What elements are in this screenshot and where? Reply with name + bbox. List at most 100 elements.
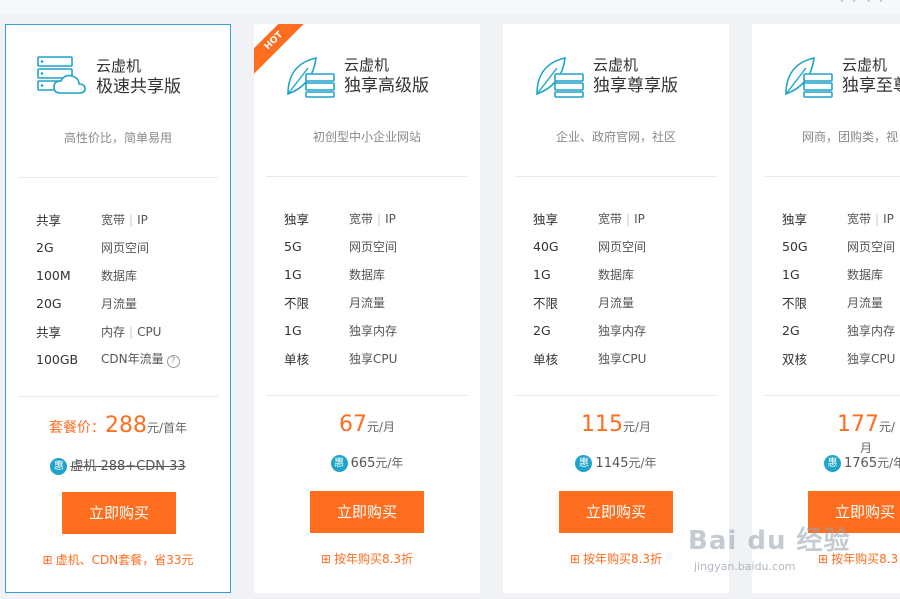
gift-icon: ⊞ — [320, 552, 331, 566]
spec-row: 独享 宽带 | IP — [533, 204, 723, 232]
yearly-price: 惠 1765元/年 — [824, 454, 900, 472]
spec-row: 单核 独享CPU — [533, 344, 723, 372]
watermark-logo: Bai du 经验 — [688, 526, 851, 556]
spec-label: 独享CPU — [349, 351, 398, 366]
leaf-server-icon — [536, 56, 584, 98]
spec-label: 数据库 — [101, 268, 138, 283]
plan-header: 云虚机 极速共享版 — [36, 55, 181, 99]
spec-value: 双核 — [782, 351, 808, 367]
spec-value: 2G — [36, 239, 54, 255]
spec-label: 宽带 | IP — [101, 212, 148, 227]
spec-value: 100M — [36, 267, 71, 283]
divider — [515, 176, 717, 177]
plan-title-line2: 独享尊享版 — [593, 76, 678, 96]
spec-list: 独享 宽带 | IP 5G 网页空间 1G 数据库 不限 月流量 1G 独享内存 单核 独享CP… — [284, 204, 474, 372]
plan-price: 115元/月 — [580, 412, 652, 437]
divider — [18, 396, 218, 397]
spec-row: 50G 网页空间 — [782, 232, 900, 260]
spec-value: 2G — [782, 322, 800, 338]
spec-row: 共享 内存 | CPU — [36, 317, 226, 345]
spec-label: 内存 | CPU — [101, 324, 162, 339]
discount-badge-icon: 惠 — [50, 458, 68, 475]
spec-row: 2G 独享内存 — [782, 316, 900, 344]
spec-label: 宽带 | IP — [349, 211, 396, 226]
buy-now-button[interactable]: 立即购买 — [62, 492, 176, 534]
spec-value: 20G — [36, 295, 62, 311]
plan-card-exclusive-advanced[interactable]: HOT 云虚机 独享高级版 初创型中小企业网站 独享 宽带 | IP 5G 网页空间 1… — [254, 24, 480, 593]
spec-label: 数据库 — [847, 267, 884, 282]
divider — [764, 176, 900, 177]
plan-card-exclusive-premium[interactable]: 云虚机 独享尊享版 企业、政府官网，社区 独享 宽带 | IP 40G 网页空间 1G 数… — [503, 24, 729, 593]
spec-label: 独享CPU — [598, 351, 647, 366]
plan-title-line1: 云虚机 — [593, 56, 639, 74]
plan-card-exclusive-supreme[interactable]: 云虚机 独享至尊 网商，团购类，视 独享 宽带|IP 50G 网页空间 1G 数据库 … — [752, 24, 900, 593]
spec-value: 100GB — [36, 351, 79, 367]
spec-row: 2G 网页空间 — [36, 233, 226, 261]
spec-row: 1G 独享内存 — [284, 316, 474, 344]
spec-value: 5G — [284, 238, 302, 254]
spec-label: 月流量 — [349, 295, 386, 310]
plan-price: 177元/月 — [836, 412, 896, 455]
leaf-server-icon — [287, 56, 335, 98]
plan-title-line2: 独享至尊 — [842, 76, 900, 96]
plan-title-line1: 云虚机 — [344, 56, 390, 74]
spec-row: 20G 月流量 — [36, 289, 226, 317]
spec-row: 双核 独享CPU — [782, 344, 900, 372]
spec-row: 5G 网页空间 — [284, 232, 474, 260]
buy-now-button[interactable]: 立即购买 — [559, 491, 673, 533]
plan-title-line1: 云虚机 — [842, 56, 888, 74]
spec-row: 1G 数据库 — [533, 260, 723, 288]
spec-value: 40G — [533, 238, 559, 254]
spec-value: 2G — [533, 322, 551, 338]
spec-value: 独享 — [782, 211, 808, 227]
discount-badge-icon: 惠 — [330, 455, 348, 472]
spec-value: 不限 — [782, 295, 808, 311]
divider — [18, 177, 218, 178]
spec-label: 数据库 — [598, 267, 635, 282]
spec-value: 1G — [284, 322, 302, 338]
spec-label: 月流量 — [101, 296, 138, 311]
spec-value: 独享 — [284, 211, 310, 227]
spec-value: 不限 — [533, 295, 559, 311]
plan-subtitle: 企业、政府官网，社区 — [555, 130, 676, 144]
gift-icon: ⊞ — [42, 553, 53, 567]
spec-label: 宽带 | IP — [847, 211, 894, 226]
spec-list: 共享 宽带 | IP 2G 网页空间 100M 数据库 20G 月流量 共享 内存 | CPU 1… — [36, 205, 226, 373]
help-icon[interactable]: ? — [166, 355, 180, 368]
spec-row: 单核 独享CPU — [284, 344, 474, 372]
spec-label: 月流量 — [847, 295, 884, 310]
plan-card-speed-shared[interactable]: 云虚机 极速共享版 高性价比，简单易用 共享 宽带 | IP 2G 网页空间 100M 数… — [5, 24, 231, 593]
spec-value: 1G — [533, 266, 551, 282]
plan-header: 云虚机 独享高级版 — [284, 54, 429, 98]
spec-value: 1G — [782, 266, 800, 282]
spec-label: 独享内存 — [847, 323, 896, 338]
buy-now-button[interactable]: 立即购买 — [310, 491, 424, 533]
spec-value: 50G — [782, 238, 808, 254]
spec-value: 单核 — [533, 351, 559, 367]
spec-label: 数据库 — [349, 267, 386, 282]
spec-value: 独享 — [533, 211, 559, 227]
spec-value: 共享 — [36, 212, 62, 228]
original-price: 惠虚机 288+CDN 33 — [6, 455, 230, 475]
divider — [266, 395, 468, 396]
spec-label: 月流量 — [598, 295, 635, 310]
divider — [764, 395, 900, 396]
leaf-server-icon — [785, 56, 833, 98]
spec-label: 网页空间 — [847, 239, 896, 254]
server-cloud-icon — [37, 56, 86, 94]
spec-row: 独享 宽带 | IP — [284, 204, 474, 232]
spec-list: 独享 宽带 | IP 50G 网页空间 1G 数据库 不限 月流量 2G 独享内存 双核 独享C… — [782, 204, 900, 372]
spec-row: 40G 网页空间 — [533, 232, 723, 260]
carousel-arrows-icon[interactable]: ‹ › ‹ › — [839, 0, 886, 7]
spec-label: 独享内存 — [349, 323, 398, 338]
spec-label: 独享内存 — [598, 323, 647, 338]
spec-label: 网页空间 — [101, 240, 150, 255]
plan-title-line1: 云虚机 — [96, 57, 142, 75]
spec-row: 100GB CDN年流量? — [36, 345, 226, 373]
promo-note: ⊞ 虚机、CDN套餐，省33元 — [42, 553, 194, 567]
spec-row: 共享 宽带 | IP — [36, 205, 226, 233]
spec-value: 1G — [284, 266, 302, 282]
spec-row: 不限 月流量 — [533, 288, 723, 316]
plan-price: 67元/月 — [338, 412, 396, 437]
spec-row: 2G 独享内存 — [533, 316, 723, 344]
